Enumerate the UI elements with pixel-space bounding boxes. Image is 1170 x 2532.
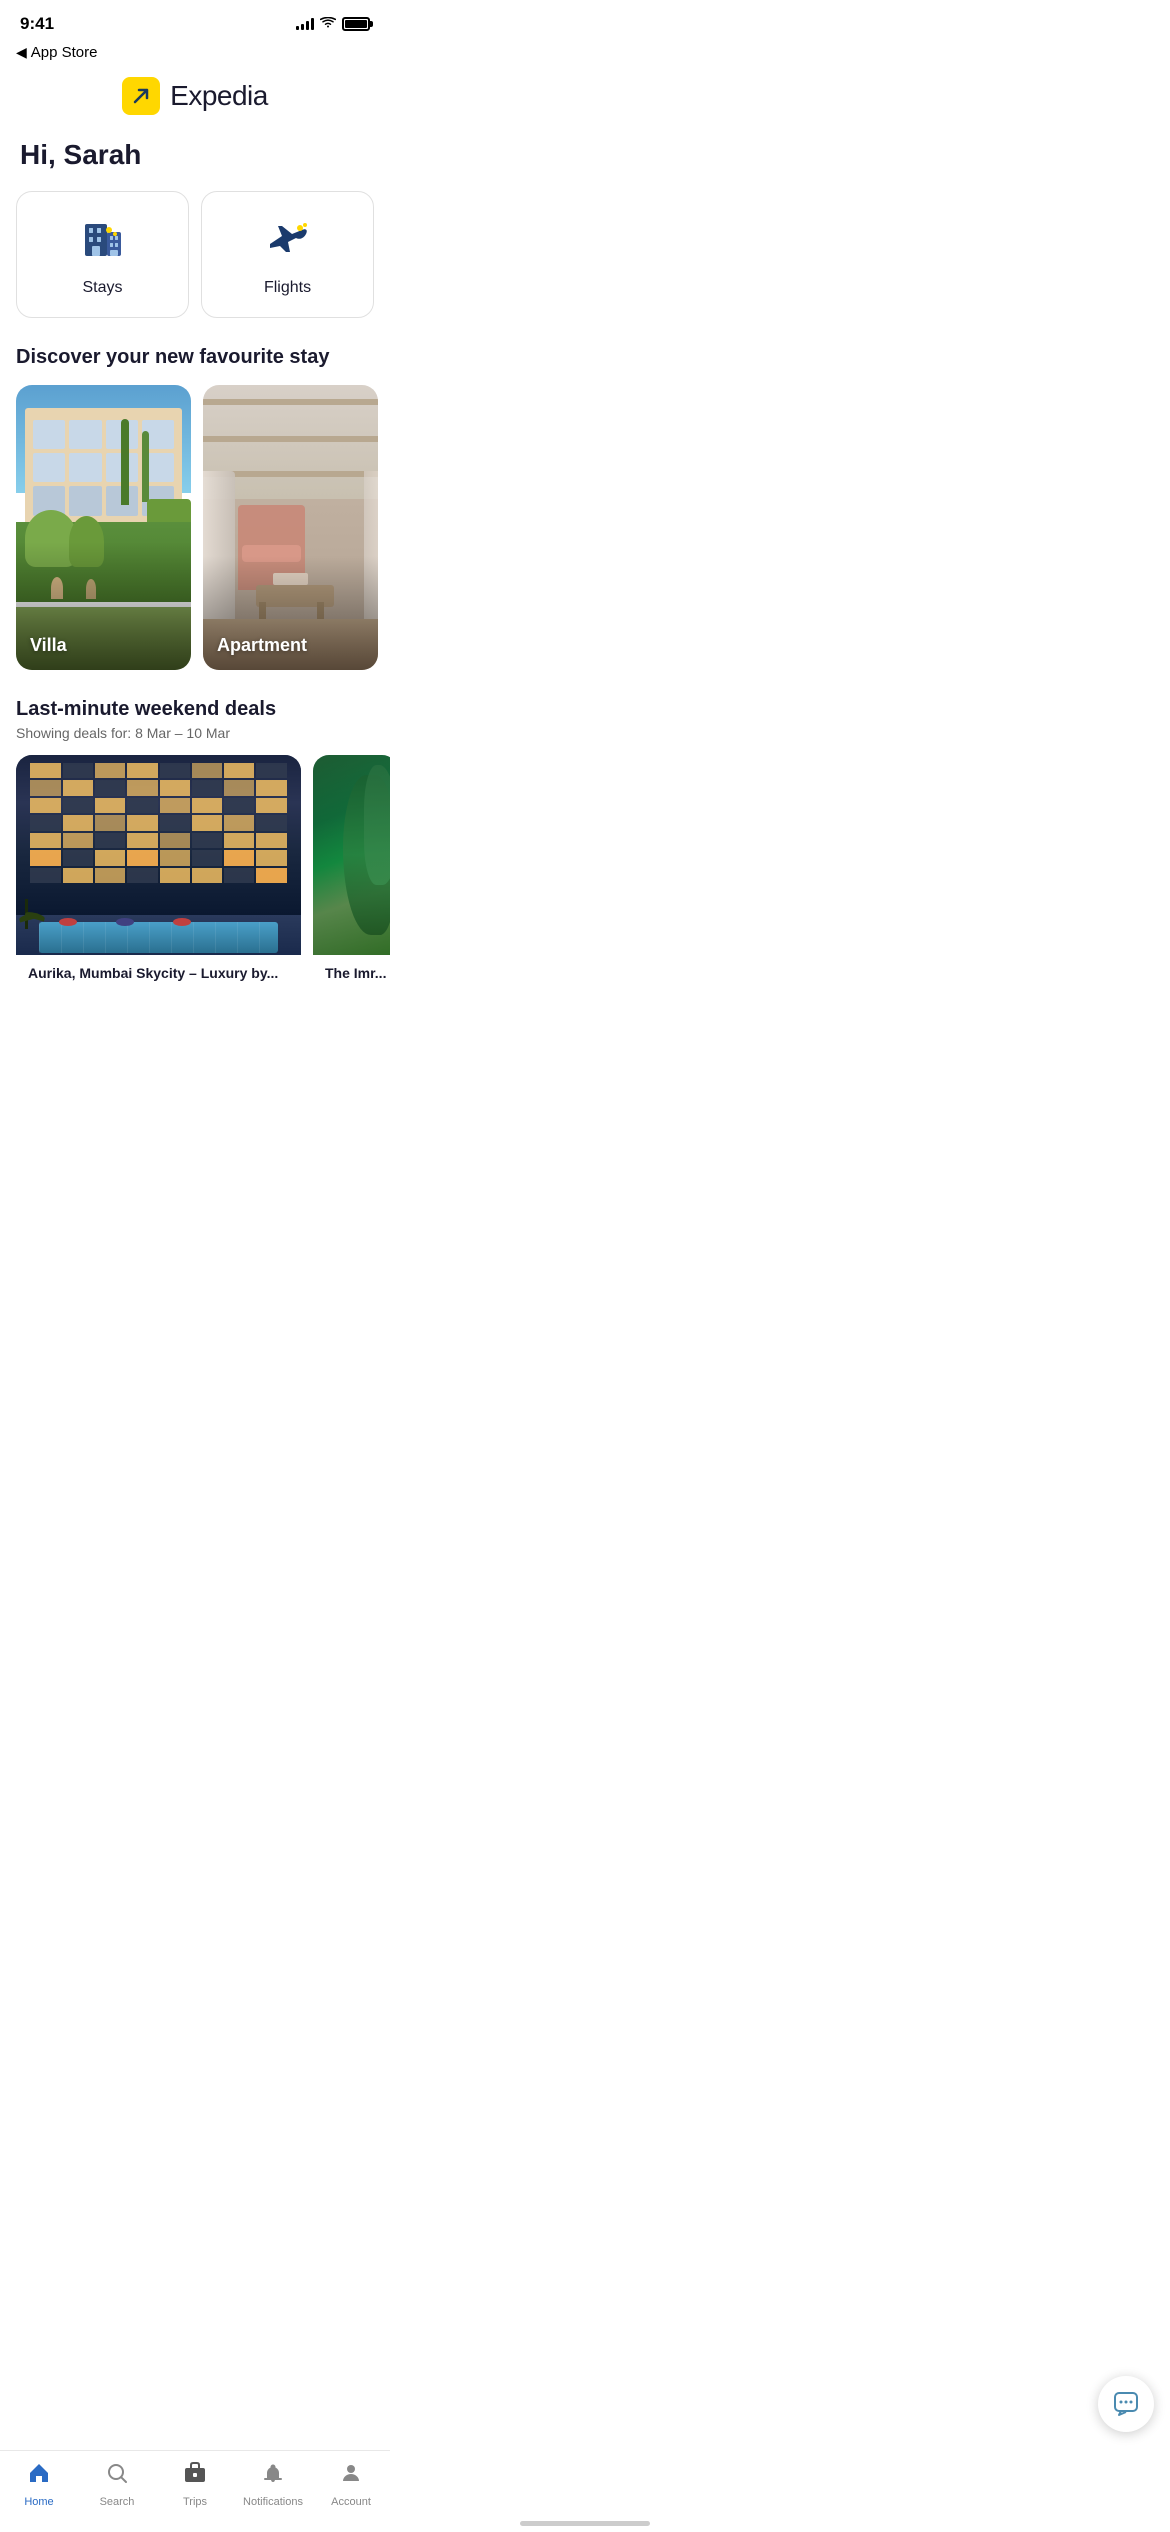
home-icon — [27, 2461, 51, 2492]
imr-card-name: The Imr... — [313, 955, 390, 993]
villa-card[interactable]: Villa — [16, 385, 191, 670]
app-store-nav[interactable]: ◀ App Store — [0, 40, 390, 69]
nav-search[interactable]: Search — [78, 2461, 156, 2508]
apartment-label: Apartment — [217, 635, 307, 656]
aurika-card-name: Aurika, Mumbai Skycity – Luxury by... — [16, 955, 301, 993]
nav-account[interactable]: Account — [312, 2461, 390, 2508]
hotel-building — [16, 755, 301, 955]
apartment-card[interactable]: Apartment — [203, 385, 378, 670]
notifications-nav-label: Notifications — [243, 2496, 303, 2508]
account-icon — [339, 2461, 363, 2492]
expedia-logo-icon — [122, 77, 160, 115]
home-indicator — [520, 2521, 650, 2526]
quick-actions: Stays Flights — [0, 191, 390, 346]
wifi-icon — [320, 17, 336, 32]
search-icon — [105, 2461, 129, 2492]
aurika-image — [16, 755, 301, 955]
status-time: 9:41 — [20, 14, 54, 34]
flights-button[interactable]: Flights — [201, 191, 374, 318]
greeting-section: Hi, Sarah — [0, 131, 390, 191]
status-icons — [296, 17, 370, 32]
trips-icon — [183, 2461, 207, 2492]
expedia-logo-text: Expedia — [170, 80, 268, 112]
signal-icon — [296, 18, 314, 30]
app-header: Expedia — [0, 69, 390, 131]
battery-icon — [342, 17, 370, 31]
discover-section-title: Discover your new favourite stay — [0, 346, 390, 385]
chat-fab-button[interactable] — [1098, 2376, 1154, 2432]
stays-button[interactable]: Stays — [16, 191, 189, 318]
nav-notifications[interactable]: Notifications — [234, 2461, 312, 2508]
back-arrow-icon: ◀ — [16, 44, 27, 61]
app-store-back-button[interactable]: ◀ App Store — [16, 44, 98, 61]
imr-image — [313, 755, 390, 955]
deals-subtitle: Showing deals for: 8 Mar – 10 Mar — [0, 725, 390, 755]
flights-icon — [262, 212, 314, 269]
stay-cards-list: Villa — [0, 385, 390, 698]
bottom-nav: Home Search Trips — [0, 2450, 390, 2532]
trips-nav-label: Trips — [183, 2496, 207, 2508]
imr-deal-card[interactable]: The Imr... — [313, 755, 390, 993]
stays-icon — [77, 212, 129, 269]
bell-icon — [261, 2461, 285, 2492]
nav-home[interactable]: Home — [0, 2461, 78, 2508]
flights-label: Flights — [264, 279, 311, 297]
account-nav-label: Account — [331, 2496, 371, 2508]
search-nav-label: Search — [100, 2496, 135, 2508]
stays-label: Stays — [82, 279, 122, 297]
deal-cards-list: Aurika, Mumbai Skycity – Luxury by... Th… — [0, 755, 390, 1013]
villa-label: Villa — [30, 635, 67, 656]
greeting-text: Hi, Sarah — [20, 139, 370, 171]
app-store-label: App Store — [31, 44, 98, 61]
nav-trips[interactable]: Trips — [156, 2461, 234, 2508]
aurika-deal-card[interactable]: Aurika, Mumbai Skycity – Luxury by... — [16, 755, 301, 993]
home-nav-label: Home — [24, 2496, 53, 2508]
status-bar: 9:41 — [0, 0, 390, 40]
